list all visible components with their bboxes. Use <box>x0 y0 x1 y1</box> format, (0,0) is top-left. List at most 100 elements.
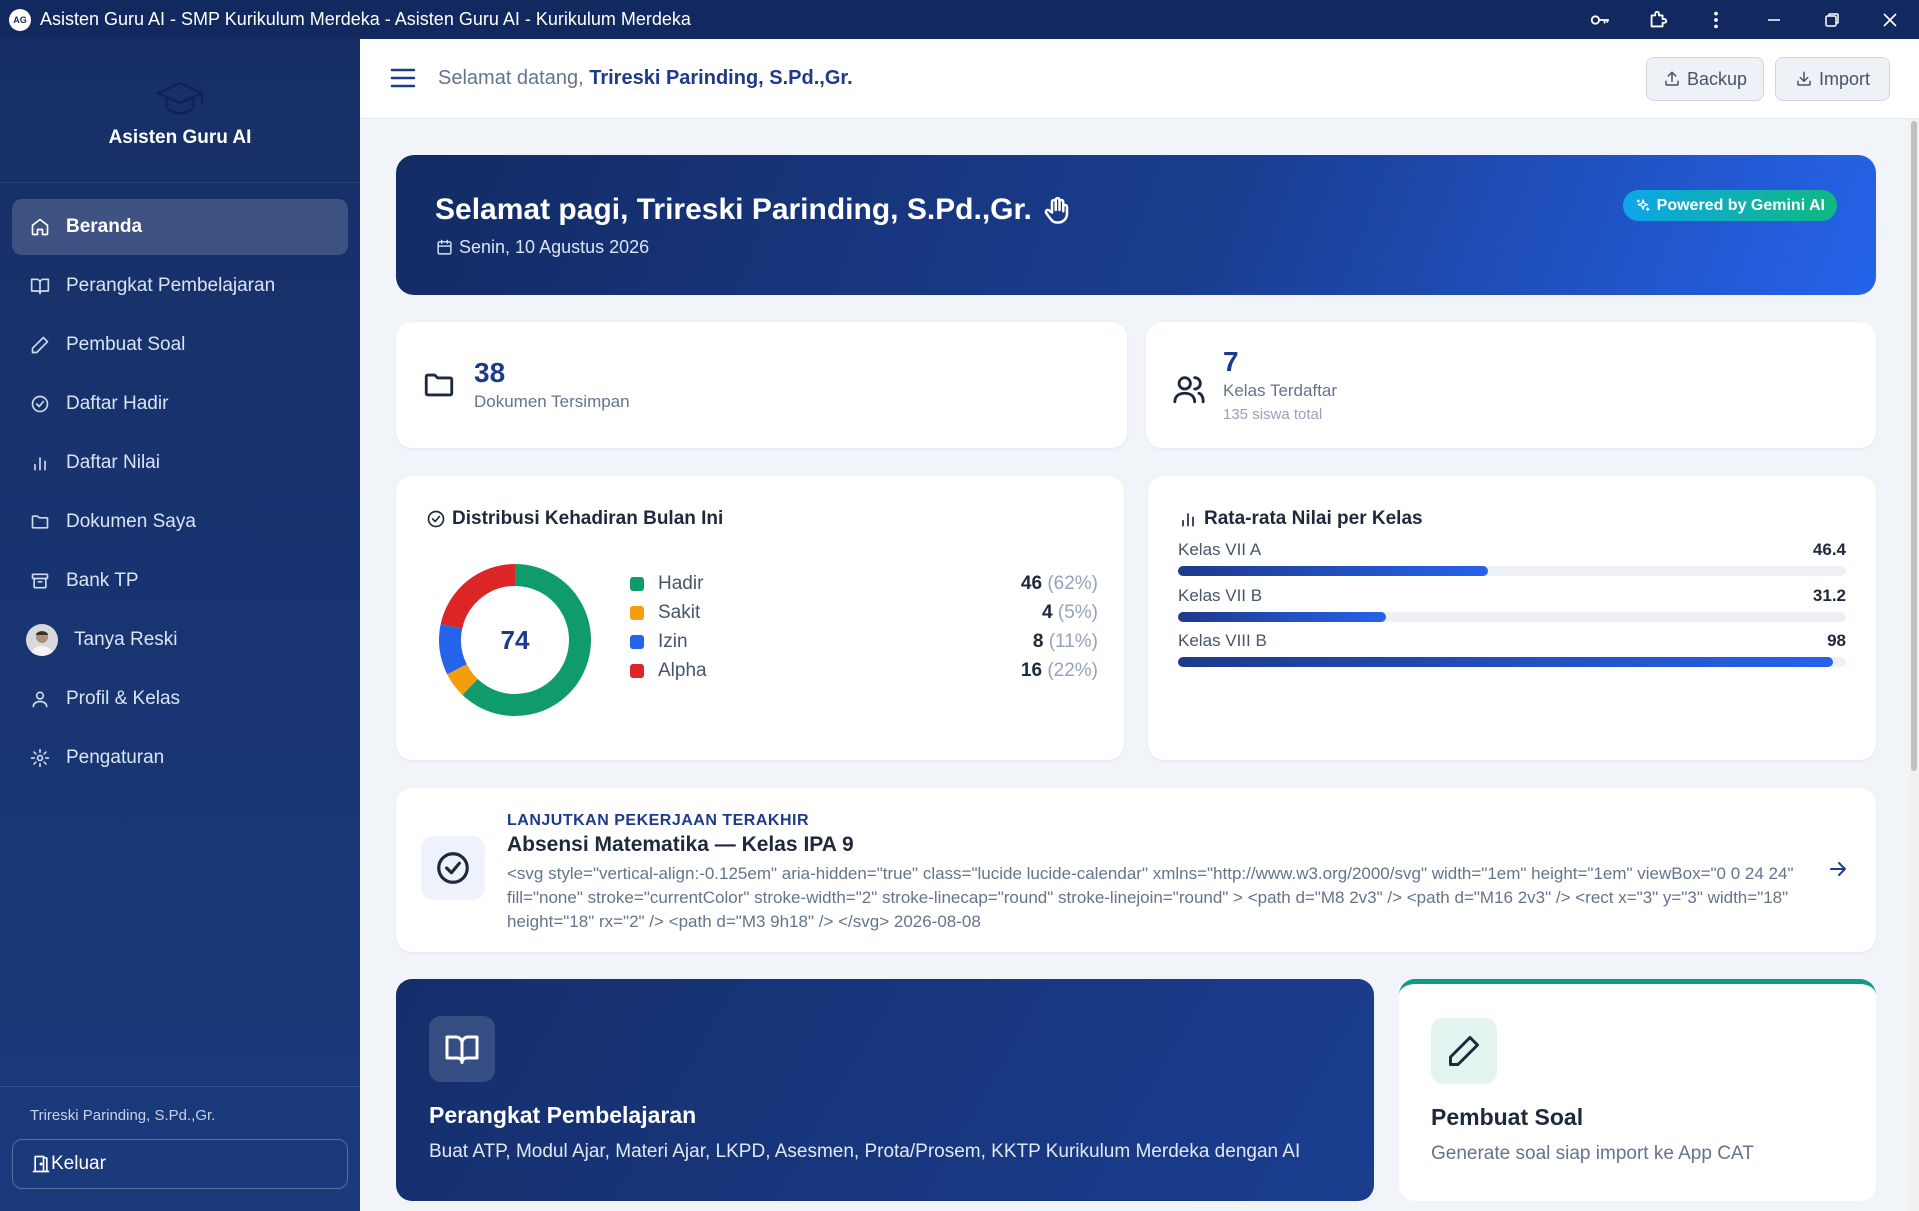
stat-card-classes[interactable]: 7 Kelas Terdaftar 135 siswa total <box>1146 322 1876 448</box>
greeting-date: Senin, 10 Agustus 2026 <box>436 237 649 258</box>
legend-swatch <box>630 577 644 591</box>
user-icon <box>32 691 48 708</box>
sidebar-item-label: Pengaturan <box>66 747 165 768</box>
brand-name: Asisten Guru AI <box>108 127 252 148</box>
restore-button[interactable] <box>1803 0 1861 39</box>
scrollbar-thumb[interactable] <box>1911 121 1917 771</box>
donut-slice-izin <box>439 623 467 675</box>
continue-work-card[interactable]: LANJUTKAN PEKERJAAN TERAKHIR Absensi Mat… <box>396 788 1876 952</box>
legend-item-izin: Izin 8 (11%) <box>630 627 1098 657</box>
feature-card-perangkat-pembelajaran[interactable]: Perangkat Pembelajaran Buat ATP, Modul A… <box>396 979 1374 1201</box>
continue-description: <svg style="vertical-align:-0.125em" ari… <box>507 864 1794 931</box>
grade-bar-track <box>1178 566 1846 576</box>
book-open-icon <box>429 1016 495 1082</box>
sidebar-item-perangkat-pembelajaran[interactable]: Perangkat Pembelajaran <box>12 258 348 314</box>
legend-label: Alpha <box>658 660 707 681</box>
pen-icon <box>31 336 49 354</box>
grade-value: 31.2 <box>1812 586 1846 605</box>
sidebar-nav: Beranda Perangkat Pembelajaran Pembuat S… <box>0 199 360 786</box>
sidebar-item-pembuat-soal[interactable]: Pembuat Soal <box>12 317 348 373</box>
legend-value: 46 (62%) <box>1021 573 1098 595</box>
legend-item-sakit: Sakit 4 (5%) <box>630 598 1098 628</box>
sidebar-item-bank-tp[interactable]: Bank TP <box>12 553 348 609</box>
arrow-right-icon[interactable] <box>1826 857 1850 881</box>
key-icon[interactable] <box>1571 0 1629 39</box>
grade-value: 98 <box>1827 631 1846 650</box>
legend-percent: (22%) <box>1047 660 1098 681</box>
classes-label: Kelas Terdaftar <box>1223 381 1338 400</box>
grade-value: 46.4 <box>1812 540 1846 559</box>
more-options-icon[interactable] <box>1687 0 1745 39</box>
grade-row: Kelas VIII B 98 <box>1178 631 1846 667</box>
archive-icon <box>31 573 49 589</box>
grade-row: Kelas VII A 46.4 <box>1178 540 1846 576</box>
legend-percent: (62%) <box>1047 573 1098 594</box>
legend-count: 8 <box>1032 631 1044 652</box>
legend-value: 16 (22%) <box>1021 660 1098 682</box>
legend-value: 8 (11%) <box>1033 631 1098 653</box>
sidebar-item-label: Beranda <box>66 216 143 237</box>
welcome-text: Selamat datang, Trireski Parinding, S.Pd… <box>438 67 853 90</box>
book-open-icon <box>30 278 50 295</box>
sidebar-item-profil-kelas[interactable]: Profil & Kelas <box>12 671 348 727</box>
legend-label: Hadir <box>658 573 704 594</box>
import-button[interactable]: Import <box>1775 57 1890 101</box>
attendance-title-text: Distribusi Kehadiran Bulan Ini <box>452 508 724 529</box>
legend-value: 4 (5%) <box>1042 602 1098 624</box>
attendance-title: Distribusi Kehadiran Bulan Ini <box>426 508 723 530</box>
documents-count: 38 <box>474 357 506 388</box>
import-label: Import <box>1818 68 1870 89</box>
folder-icon <box>424 373 454 397</box>
minimize-button[interactable] <box>1745 0 1803 39</box>
main-scrollbar[interactable] <box>1909 119 1919 1211</box>
check-circle-icon <box>427 510 445 528</box>
greeting-banner: Selamat pagi, Trireski Parinding, S.Pd.,… <box>396 155 1876 295</box>
extensions-icon[interactable] <box>1629 0 1687 39</box>
feature-title: Pembuat Soal <box>1431 1104 1584 1130</box>
close-button[interactable] <box>1861 0 1919 39</box>
grade-row: Kelas VII B 31.2 <box>1178 586 1846 622</box>
sidebar-item-label: Daftar Nilai <box>66 452 160 473</box>
greeting-text: Selamat pagi, Trireski Parinding, S.Pd.,… <box>435 193 1032 226</box>
sidebar-item-pengaturan[interactable]: Pengaturan <box>12 730 348 786</box>
classes-sub: 135 siswa total <box>1223 406 1323 423</box>
logout-button[interactable]: Keluar <box>12 1139 348 1189</box>
sparkles-icon <box>1636 198 1650 211</box>
sidebar-item-beranda[interactable]: Beranda <box>12 199 348 255</box>
backup-button[interactable]: Backup <box>1646 57 1764 101</box>
grades-title-text: Rata-rata Nilai per Kelas <box>1204 508 1423 529</box>
sidebar-user-name: Trireski Parinding, S.Pd.,Gr. <box>30 1107 216 1124</box>
grade-bar-track <box>1178 612 1846 622</box>
date-text: Senin, 10 Agustus 2026 <box>459 237 650 257</box>
legend-percent: (5%) <box>1057 602 1098 623</box>
sidebar-item-dokumen-saya[interactable]: Dokumen Saya <box>12 494 348 550</box>
hamburger-menu-icon[interactable] <box>390 67 416 89</box>
classes-count: 7 <box>1223 346 1239 377</box>
sidebar-item-tanya-reski[interactable]: Tanya Reski <box>12 612 348 668</box>
download-icon <box>1797 71 1811 86</box>
feature-card-pembuat-soal[interactable]: Pembuat Soal Generate soal siap import k… <box>1399 979 1876 1201</box>
attendance-donut-chart: 74 <box>439 564 591 716</box>
legend-swatch <box>630 635 644 649</box>
sidebar-item-label: Profil & Kelas <box>66 688 181 709</box>
sidebar-footer: Trireski Parinding, S.Pd.,Gr. Keluar <box>0 1086 360 1211</box>
legend-label: Sakit <box>658 602 701 623</box>
donut-total: 74 <box>501 625 530 655</box>
stat-card-documents[interactable]: 38 Dokumen Tersimpan <box>396 322 1127 448</box>
sidebar-item-daftar-hadir[interactable]: Daftar Hadir <box>12 376 348 432</box>
badge-label: Powered by Gemini AI <box>1656 196 1825 214</box>
grade-class-label: Kelas VII B <box>1178 586 1263 605</box>
sidebar-item-label: Dokumen Saya <box>66 511 196 532</box>
legend-swatch <box>630 664 644 678</box>
calendar-icon <box>437 239 452 255</box>
donut-slice-alpha <box>440 564 516 630</box>
backup-label: Backup <box>1686 68 1748 89</box>
grade-bar-fill <box>1178 612 1387 622</box>
legend-percent: (11%) <box>1048 631 1098 652</box>
feature-description: Buat ATP, Modul Ajar, Materi Ajar, LKPD,… <box>429 1141 1301 1162</box>
graduation-cap-icon <box>154 77 206 117</box>
avatar <box>26 624 58 656</box>
folder-icon <box>31 515 49 529</box>
sidebar-item-daftar-nilai[interactable]: Daftar Nilai <box>12 435 348 491</box>
bar-chart-icon <box>1182 513 1194 527</box>
